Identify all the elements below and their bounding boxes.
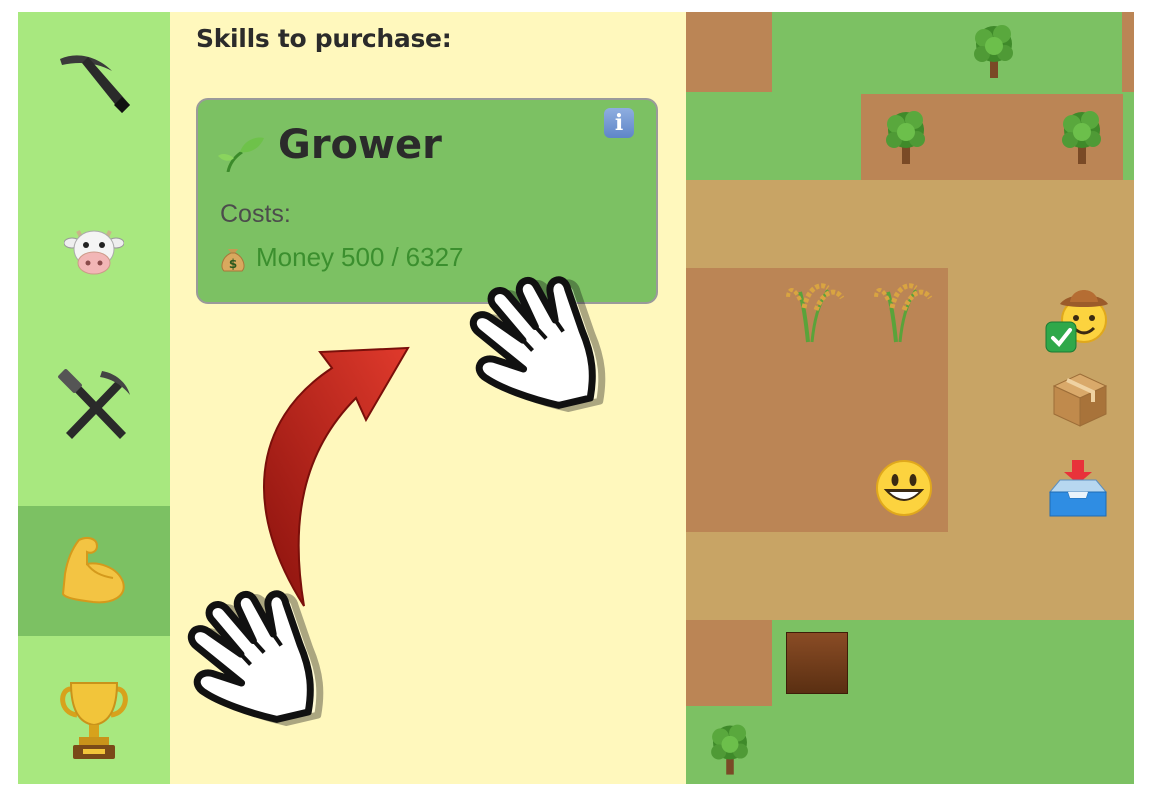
money-bag-icon: $ — [221, 248, 245, 271]
svg-text:$: $ — [229, 257, 237, 271]
skill-name: Grower — [278, 122, 442, 168]
cost-money: $ Money 500 / 6327 — [220, 242, 464, 273]
pickaxe-icon — [60, 55, 130, 113]
sidebar-item-mining[interactable] — [18, 24, 170, 154]
tree-icon — [974, 25, 1013, 78]
info-icon: i — [614, 110, 624, 136]
cost-available: 6327 — [405, 242, 464, 272]
rice-plant-icon[interactable] — [782, 280, 846, 344]
package-icon[interactable] — [1050, 370, 1110, 430]
grinning-face-icon[interactable] — [874, 458, 934, 518]
rice-plant-icon[interactable] — [870, 280, 934, 344]
sidebar-item-skills[interactable] — [18, 506, 170, 636]
hammer-and-pick-icon — [58, 369, 130, 439]
soil-tile — [686, 12, 772, 92]
flexed-biceps-icon — [61, 537, 125, 604]
cost-resource: Money — [256, 242, 335, 272]
skills-panel: Skills to purchase: i Grower Costs: $ Mo… — [170, 12, 686, 784]
tree-icon — [886, 111, 925, 164]
sidebar-item-animals[interactable] — [18, 186, 170, 316]
checkmark-icon — [1045, 321, 1077, 353]
wooden-crate-icon[interactable] — [786, 632, 848, 694]
sidebar — [18, 12, 170, 784]
cow-icon — [64, 230, 124, 275]
seedling-icon — [218, 137, 264, 172]
farm-map[interactable] — [686, 12, 1134, 784]
skill-card-grower[interactable]: i Grower Costs: $ Money 500 / 6327 — [196, 98, 658, 304]
sidebar-item-achievements[interactable] — [18, 656, 170, 784]
soil-tile — [686, 620, 772, 706]
game-frame: Skills to purchase: i Grower Costs: $ Mo… — [18, 12, 1134, 784]
info-button[interactable]: i — [604, 108, 634, 138]
inbox-tray-icon[interactable] — [1046, 458, 1110, 522]
panel-title: Skills to purchase: — [196, 24, 452, 53]
cost-amount: 500 — [341, 242, 385, 272]
tree-icon — [711, 724, 748, 775]
soil-tile — [1122, 12, 1134, 92]
sidebar-item-crafting[interactable] — [18, 342, 170, 472]
tree-icon — [1062, 111, 1101, 164]
cost-separator: / — [391, 242, 399, 272]
trophy-icon — [60, 682, 128, 759]
costs-label: Costs: — [220, 200, 291, 228]
